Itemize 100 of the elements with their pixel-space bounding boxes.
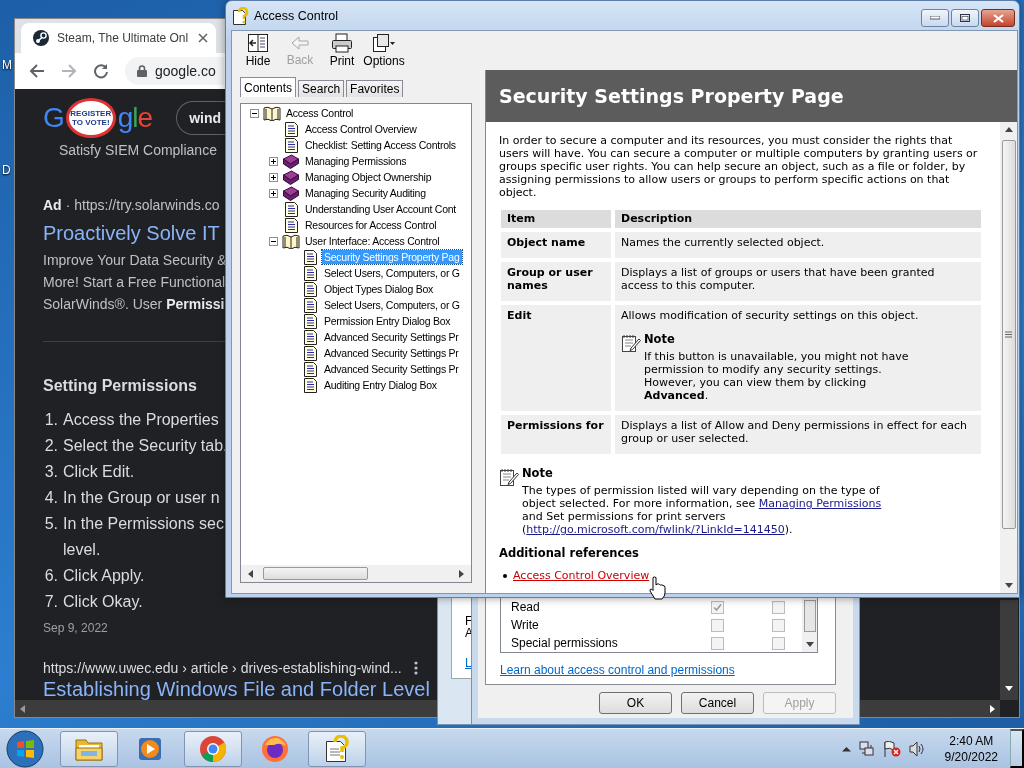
tree-item[interactable]: Advanced Security Settings Pr — [322, 330, 461, 344]
page-icon — [303, 281, 317, 297]
checkbox[interactable] — [711, 636, 724, 650]
clock-time[interactable]: 2:40 AM — [949, 732, 994, 749]
lock-icon — [137, 65, 147, 77]
show-desktop-button[interactable] — [1010, 729, 1024, 768]
scroll-left-icon[interactable] — [19, 704, 27, 713]
expand-icon[interactable] — [269, 172, 278, 182]
browser-tab[interactable]: Steam, The Ultimate Onl — [21, 23, 216, 53]
link[interactable]: Learn about access control and permissions — [500, 662, 735, 678]
scrollbar[interactable] — [1000, 600, 1018, 700]
link[interactable]: http://go.microsoft.com/fwlink/?LinkId=141450 — [526, 523, 785, 536]
start-button[interactable] — [5, 729, 45, 768]
checkbox[interactable] — [772, 600, 785, 614]
more-icon[interactable] — [413, 661, 418, 675]
taskbar-button[interactable] — [308, 730, 366, 767]
caret-icon[interactable] — [841, 745, 851, 752]
desktop-icon-label[interactable]: D — [2, 163, 11, 177]
result-url: https://www.uwec.edu › article › drives-establishing-wind... — [43, 659, 402, 678]
tree-item[interactable]: Permission Entry Dialog Box — [322, 314, 453, 328]
desktop-icon-label[interactable]: M — [2, 58, 12, 72]
scroll-thumb[interactable] — [803, 600, 816, 632]
back-arrow-icon[interactable] — [29, 63, 45, 79]
expand-icon[interactable] — [269, 156, 278, 166]
scrollbar[interactable] — [241, 565, 471, 582]
expand-icon[interactable] — [269, 188, 278, 198]
tree-item[interactable]: Auditing Entry Dialog Box — [322, 378, 439, 392]
tree-item[interactable]: Advanced Security Settings Pr — [322, 346, 461, 360]
tree-item[interactable]: Understanding User Account Cont — [303, 202, 458, 216]
dialog-button[interactable]: OK — [599, 692, 672, 714]
grip-icon — [1005, 331, 1012, 338]
tree-item[interactable]: Object Types Dialog Box — [322, 282, 436, 296]
dialog-button[interactable]: Cancel — [681, 692, 754, 714]
reload-icon[interactable] — [93, 63, 109, 79]
checkbox[interactable] — [772, 618, 785, 632]
checkbox[interactable] — [711, 600, 724, 614]
toolbar-button[interactable]: Options — [364, 31, 404, 70]
scroll-up-icon[interactable] — [1004, 126, 1013, 134]
page-icon — [303, 329, 317, 345]
tree-item[interactable]: User Interface: Access Control — [303, 234, 442, 248]
checkbox[interactable] — [772, 636, 785, 650]
maximize-button[interactable] — [951, 9, 979, 27]
scroll-right-icon[interactable] — [457, 569, 465, 578]
scrollbar[interactable] — [802, 598, 817, 652]
tab[interactable]: Contents — [240, 77, 297, 97]
page-icon — [284, 137, 298, 153]
table-cell: Edit — [501, 305, 611, 411]
scrollbar[interactable] — [15, 700, 437, 717]
note-text: If this button is unavailable, you might not have permission to modify any security settings. However, you can view them by clicking Advanced. — [644, 350, 910, 402]
note-text: The types of permission listed will vary depending on the type of object selected. For more information, see Managing Permissions and Set permissions for print servers (http://go.microsoft.com/fwlink/?LinkId=141450). — [522, 484, 883, 536]
tree-item[interactable]: Select Users, Computers, or G — [322, 298, 462, 312]
permission-name: Read — [511, 600, 541, 614]
close-icon[interactable] — [198, 33, 208, 43]
checkmark-icon — [713, 602, 722, 612]
link[interactable]: Managing Permissions — [758, 497, 882, 510]
window-title: Access Control — [254, 8, 339, 23]
column-header: Description — [615, 210, 981, 228]
tab[interactable]: Favorites — [346, 80, 404, 97]
table-cell: Permissions for — [501, 415, 611, 454]
step-text: Click Okay. — [63, 592, 143, 612]
scroll-left-icon[interactable] — [247, 569, 255, 578]
ad-title-link[interactable]: Proactively Solve IT — [43, 220, 220, 246]
tree-item[interactable]: Managing Permissions — [303, 154, 409, 168]
step-number: 6. — [43, 566, 58, 586]
tree-item[interactable]: Checklist: Setting Access Controls — [303, 138, 458, 152]
tree-item[interactable]: Resources for Access Control — [303, 218, 439, 232]
tree-item[interactable]: Access Control Overview — [303, 122, 419, 136]
toolbar-button[interactable]: Hide — [238, 31, 278, 70]
tree-item[interactable]: Access Control — [284, 106, 356, 120]
tree-item[interactable]: Select Users, Computers, or G — [322, 266, 462, 280]
network-icon[interactable] — [858, 740, 875, 757]
tree-item[interactable]: Advanced Security Settings Pr — [322, 362, 461, 376]
close-button[interactable] — [981, 9, 1015, 27]
scroll-right-icon[interactable] — [988, 704, 996, 713]
link[interactable]: L — [465, 657, 472, 669]
scrollbar[interactable] — [1000, 122, 1017, 593]
scroll-down-icon[interactable] — [805, 640, 814, 648]
tree-item[interactable]: Managing Security Auditing — [303, 186, 428, 200]
collapse-icon[interactable] — [269, 236, 278, 246]
scroll-thumb[interactable] — [1001, 140, 1016, 529]
result-title-link[interactable]: Establishing Windows File and Folder Level — [43, 678, 430, 701]
scroll-down-icon[interactable] — [1005, 684, 1013, 692]
speaker-icon[interactable] — [908, 740, 925, 757]
step-text: In the Group or user n — [63, 488, 220, 508]
tree-item[interactable]: Managing Object Ownership — [303, 170, 434, 184]
book-icon — [282, 185, 300, 201]
minimize-button[interactable] — [921, 9, 949, 27]
scroll-thumb[interactable] — [263, 567, 368, 580]
checkbox[interactable] — [711, 618, 724, 632]
step-number: 7. — [43, 592, 58, 612]
link[interactable]: Access Control Overview — [513, 569, 650, 582]
flag-icon[interactable] — [882, 740, 901, 757]
scrollbar[interactable] — [860, 700, 1000, 717]
sitelink[interactable]: Satisfy SIEM Compliance — [59, 141, 217, 159]
tab[interactable]: Search — [298, 80, 345, 97]
clock-date[interactable]: 9/20/2022 — [944, 748, 998, 765]
toolbar-button[interactable]: Print — [322, 31, 362, 70]
collapse-icon[interactable] — [250, 108, 259, 118]
scroll-down-icon[interactable] — [1004, 581, 1013, 589]
address-bar[interactable]: google.co — [125, 57, 224, 85]
